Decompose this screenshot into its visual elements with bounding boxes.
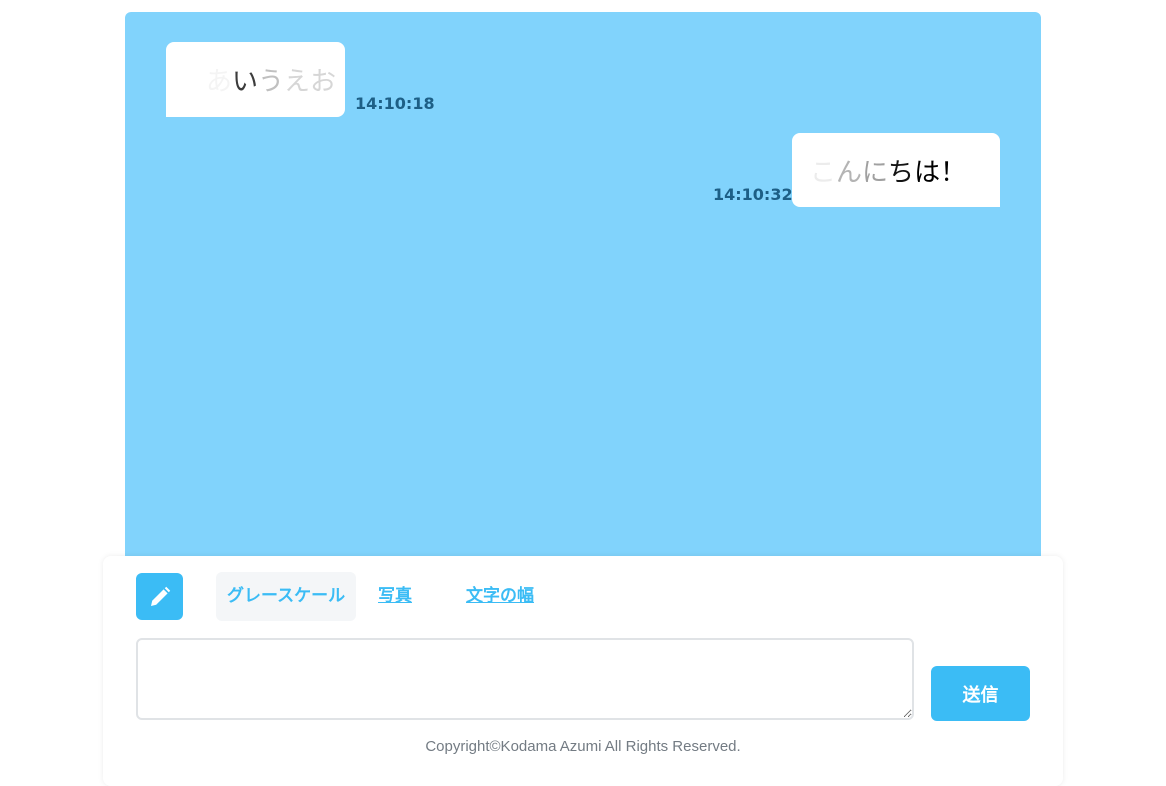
message-timestamp: 14:10:18 <box>355 94 435 113</box>
message-char: お <box>310 67 337 97</box>
message-char: に <box>862 157 889 188</box>
message-char: え <box>284 67 311 97</box>
send-button[interactable]: 送信 <box>931 666 1030 721</box>
tab-photo[interactable]: 写真 <box>378 572 412 621</box>
compose-panel: グレースケール 写真 文字の幅 送信 Copyright©Kodama Azum… <box>103 556 1063 786</box>
chat-area: あいうえお 14:10:18 こんにちは！ 14:10:32 <box>125 12 1041 572</box>
pencil-icon <box>150 586 170 606</box>
tab-character-width[interactable]: 文字の幅 <box>466 572 534 621</box>
message-char: ち <box>888 157 915 188</box>
message-char: い <box>232 67 259 97</box>
pencil-button[interactable] <box>136 573 183 620</box>
message-bubble-sent: こんにちは！ <box>792 133 1000 207</box>
message-timestamp: 14:10:32 <box>713 185 793 204</box>
message-char: は <box>914 157 941 188</box>
footer-copyright: Copyright©Kodama Azumi All Rights Reserv… <box>425 738 741 755</box>
message-char: ！ <box>940 157 967 188</box>
message-char: あ <box>206 67 233 97</box>
message-input[interactable] <box>136 638 914 720</box>
message-bubble-received: あいうえお <box>166 42 345 117</box>
tab-grayscale[interactable]: グレースケール <box>216 572 357 621</box>
message-char: こ <box>810 157 837 188</box>
message-char: う <box>258 67 285 97</box>
message-char: ん <box>836 157 863 188</box>
